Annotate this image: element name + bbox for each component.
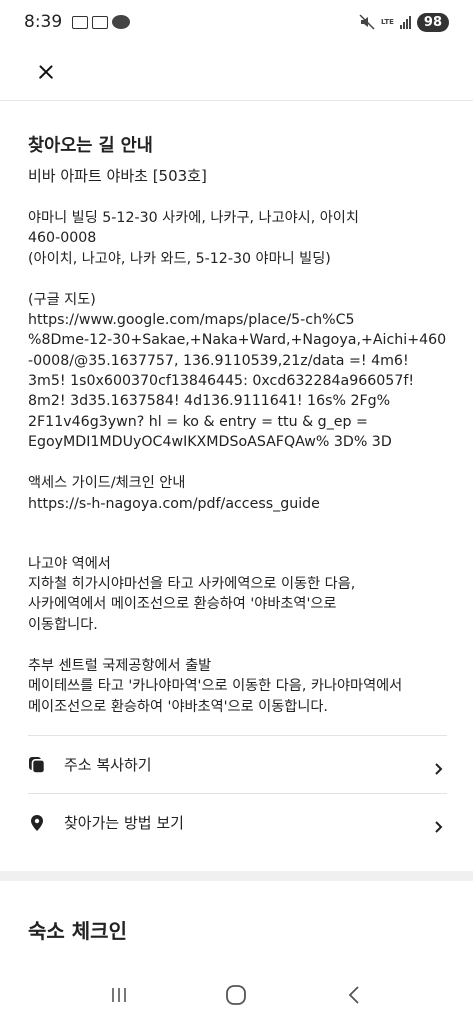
- system-nav-bar: [0, 966, 473, 1024]
- section-divider: [0, 871, 473, 881]
- view-directions-button[interactable]: 찾아가는 방법 보기: [28, 793, 447, 851]
- listing-name: 비바 아파트 야바초 [503호]: [28, 167, 207, 185]
- directions-title: 찾아오는 길 안내: [28, 136, 153, 156]
- back-icon[interactable]: [339, 980, 369, 1010]
- status-right: LTE 98: [359, 12, 449, 32]
- chevron-right-icon: [434, 760, 444, 775]
- status-bar: 8:39 LTE 98: [0, 0, 473, 44]
- notification-icons: [72, 15, 131, 29]
- access-guide-text: 액세스 가이드/체크인 안내 https://s-h-nagoya.com/pd…: [28, 475, 320, 512]
- battery-level: 98: [416, 12, 449, 32]
- from-nagoya-station-text: 나고야 역에서 지하철 히가시야마선을 타고 사카에역으로 이동한 다음, 사카…: [28, 555, 356, 633]
- copy-address-button[interactable]: 주소 복사하기: [28, 735, 447, 793]
- directions-section: 찾아오는 길 안내 비바 아파트 야바초 [503호] 야마니 빌딩 5-12-…: [28, 101, 448, 717]
- network-label: LTE: [381, 17, 394, 26]
- mute-icon: [359, 14, 375, 30]
- chevron-right-icon: [434, 818, 444, 833]
- map-pin-icon: [28, 814, 46, 832]
- copy-icon: [28, 756, 46, 774]
- status-time: 8:39: [24, 12, 63, 32]
- copy-address-label: 주소 복사하기: [64, 756, 152, 774]
- checkin-title: 숙소 체크인: [28, 919, 127, 943]
- top-bar: [0, 44, 473, 101]
- address-text: 야마니 빌딩 5-12-30 사카에, 나카구, 나고야시, 아이치 460-0…: [28, 210, 359, 267]
- action-list: 주소 복사하기 찾아가는 방법 보기: [28, 735, 447, 851]
- view-directions-label: 찾아가는 방법 보기: [64, 814, 184, 832]
- home-icon[interactable]: [221, 980, 251, 1010]
- talk-icon: [112, 15, 131, 29]
- recents-icon[interactable]: [104, 980, 134, 1010]
- from-airport-text: 추부 센트럴 국제공항에서 출발 메이테쓰를 타고 '카나야마역'으로 이동한 …: [28, 658, 403, 715]
- signal-icon: [399, 15, 411, 29]
- screenshot-icon: [72, 15, 89, 29]
- news-icon: [92, 15, 109, 29]
- map-link-text: (구글 지도) https://www.google.com/maps/plac…: [28, 291, 447, 450]
- close-icon[interactable]: [30, 56, 62, 88]
